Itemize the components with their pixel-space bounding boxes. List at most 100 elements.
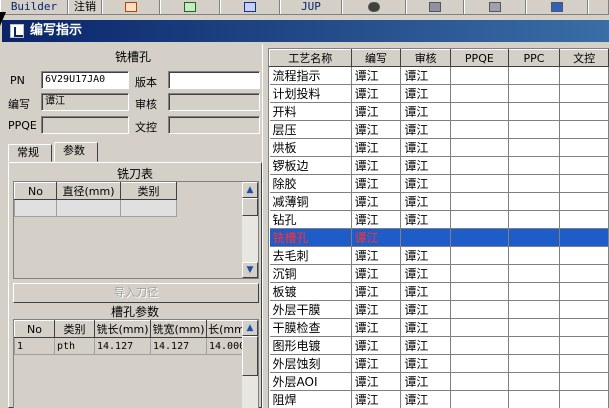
ppc-cell[interactable] [508,210,561,229]
reviewer-cell[interactable]: 谭江 [400,174,452,193]
reviewer-cell[interactable]: 谭江 [400,84,452,103]
reviewer-cell[interactable]: 谭江 [400,318,452,337]
reviewer-cell[interactable]: 谭江 [400,138,452,157]
ppc-cell[interactable] [508,84,561,103]
process-row[interactable]: 铣槽孔 谭江 [269,228,609,247]
doc-control-cell[interactable] [559,66,609,85]
doc-control-cell[interactable] [559,228,609,247]
scroll-thumb[interactable] [242,336,258,376]
process-row[interactable]: 图形电镀 谭江 谭江 [269,336,609,355]
slot-col-mill-length[interactable]: 铣长(mm) [94,320,151,338]
reviewer-cell[interactable]: 谭江 [400,336,452,355]
network-icon-button[interactable] [464,0,526,14]
writer-cell[interactable]: 谭江 [351,102,402,121]
tab-general[interactable]: 常规 [8,144,52,162]
excel-icon-button[interactable] [160,0,220,14]
ppc-cell[interactable] [508,282,561,301]
ppc-cell[interactable] [508,192,561,211]
process-row[interactable]: 烘板 谭江 谭江 [269,138,609,157]
process-row[interactable]: 钻孔 谭江 谭江 [269,210,609,229]
reviewer-cell[interactable]: 谭江 [400,282,452,301]
process-name-cell[interactable]: 阻焊 [269,390,352,408]
scroll-up-icon[interactable]: ▲ [242,182,258,198]
writer-cell[interactable]: 谭江 [351,138,402,157]
writer-cell[interactable]: 谭江 [351,336,402,355]
ppqe-cell[interactable] [450,210,509,229]
doc-control-cell[interactable] [559,192,609,211]
ppqe-cell[interactable] [450,192,509,211]
writer-cell[interactable]: 谭江 [351,264,402,283]
view-icon-button[interactable] [342,0,406,14]
reviewer-cell[interactable] [400,228,452,247]
ppqe-cell[interactable] [450,156,509,175]
writer-cell[interactable]: 谭江 [351,318,402,337]
process-name-cell[interactable]: 烘板 [269,138,352,157]
ppc-cell[interactable] [508,318,561,337]
process-name-cell[interactable]: 计划投料 [269,84,352,103]
doc-control-cell[interactable] [559,246,609,265]
ppqe-cell[interactable] [450,264,509,283]
more-button[interactable] [588,0,609,14]
ppqe-cell[interactable] [450,372,509,391]
ppc-cell[interactable] [508,300,561,319]
ppc-cell[interactable] [508,264,561,283]
word-icon-button[interactable] [220,0,280,14]
writer-cell[interactable]: 谭江 [351,66,402,85]
ppqe-cell[interactable] [450,246,509,265]
slot-scrollbar[interactable]: ▲ [242,320,258,408]
cutter-col-type[interactable]: 类别 [120,182,177,200]
process-grid[interactable]: 工艺名称 编写 审核 PPQE PPC 文控 流程指示 谭江 谭江 计划投料 谭江 谭江开… [268,48,609,408]
scroll-thumb[interactable] [242,198,258,216]
writer-cell[interactable]: 谭江 [351,372,402,391]
writer-cell[interactable]: 谭江 [351,120,402,139]
cutter-scrollbar[interactable]: ▲ ▼ [242,182,258,278]
process-row[interactable]: 锣板边 谭江 谭江 [269,156,609,175]
process-name-cell[interactable]: 铣槽孔 [269,228,352,247]
writer-cell[interactable]: 谭江 [351,390,402,408]
ppqe-cell[interactable] [450,354,509,373]
ppc-cell[interactable] [508,228,561,247]
reviewer-cell[interactable]: 谭江 [400,264,452,283]
process-row[interactable]: 沉铜 谭江 谭江 [269,264,609,283]
process-row[interactable]: 除胶 谭江 谭江 [269,174,609,193]
process-name-cell[interactable]: 钻孔 [269,210,352,229]
doc-control-cell[interactable] [559,318,609,337]
writer-cell[interactable]: 谭江 [351,246,402,265]
process-row[interactable]: 干膜检查 谭江 谭江 [269,318,609,337]
doc-control-cell[interactable] [559,102,609,121]
ppqe-cell[interactable] [450,336,509,355]
builder-button[interactable]: Builder [0,0,68,14]
writer-cell[interactable]: 谭江 [351,228,402,247]
ppqe-cell[interactable] [450,300,509,319]
doc-control-cell[interactable] [559,336,609,355]
ppc-cell[interactable] [508,336,561,355]
pn-field[interactable]: 6V29U17JA0 [41,71,129,89]
doc-control-cell[interactable] [559,264,609,283]
ppc-cell[interactable] [508,390,561,408]
ppqe-cell[interactable] [450,282,509,301]
ppqe-cell[interactable] [450,138,509,157]
process-name-cell[interactable]: 外层AOI [269,372,352,391]
process-name-cell[interactable]: 干膜检查 [269,318,352,337]
reviewer-cell[interactable]: 谭江 [400,192,452,211]
process-row[interactable]: 流程指示 谭江 谭江 [269,66,609,85]
process-row[interactable]: 层压 谭江 谭江 [269,120,609,139]
logout-button[interactable]: 注销 [68,0,102,14]
process-name-cell[interactable]: 减薄铜 [269,192,352,211]
ppqe-cell[interactable] [450,120,509,139]
process-name-cell[interactable]: 层压 [269,120,352,139]
doc-control-cell[interactable] [559,156,609,175]
doc-control-cell[interactable] [559,390,609,408]
process-row[interactable]: 计划投料 谭江 谭江 [269,84,609,103]
ppc-cell[interactable] [508,138,561,157]
scroll-up-icon[interactable]: ▲ [242,320,258,336]
process-name-cell[interactable]: 开料 [269,102,352,121]
cutter-col-diameter[interactable]: 直径(mm) [56,182,121,200]
ppqe-cell[interactable] [450,390,509,408]
ppc-cell[interactable] [508,246,561,265]
reviewer-cell[interactable]: 谭江 [400,354,452,373]
process-row[interactable]: 去毛刺 谭江 谭江 [269,246,609,265]
reviewer-cell[interactable]: 谭江 [400,210,452,229]
slot-col-type[interactable]: 类别 [54,320,95,338]
doc-control-cell[interactable] [559,84,609,103]
